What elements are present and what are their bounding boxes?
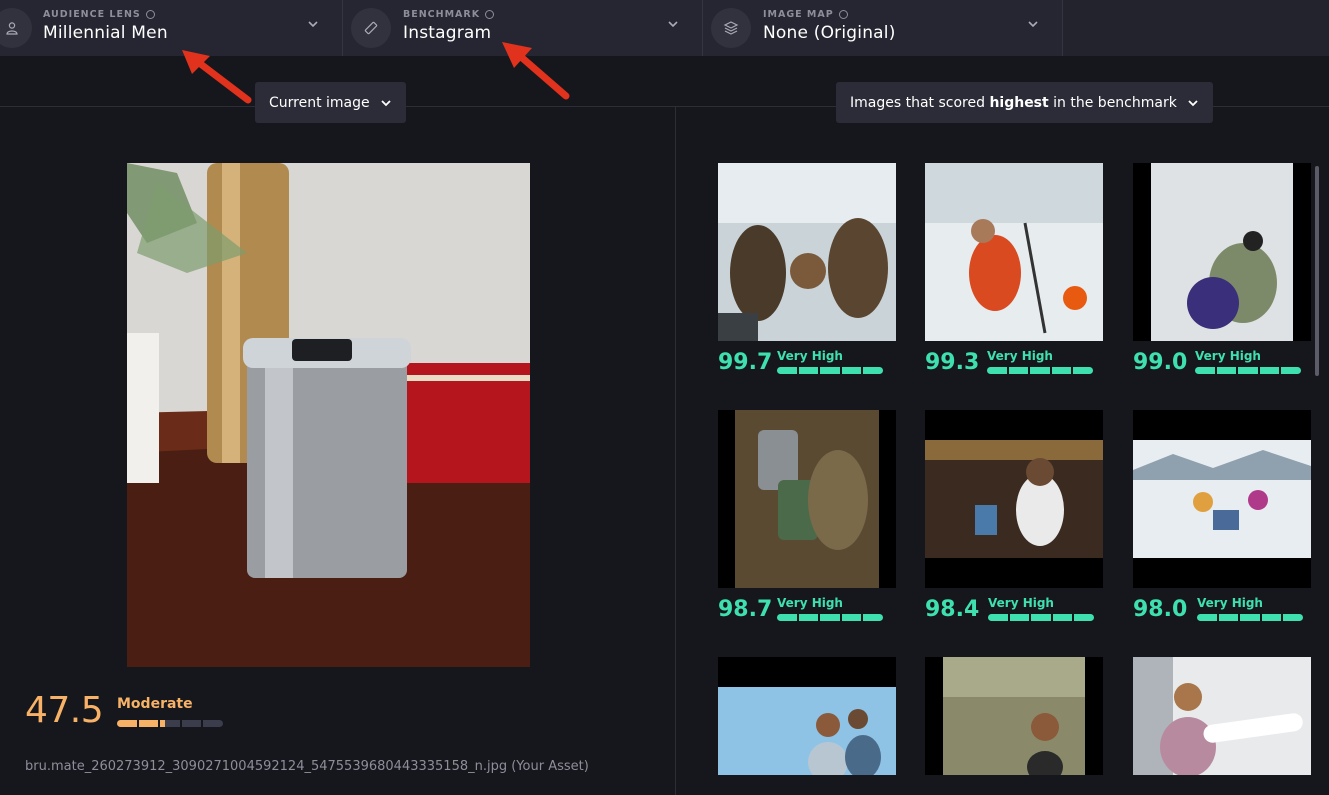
thumbnail-score-label: Very High: [987, 349, 1053, 363]
layers-icon: [711, 8, 751, 48]
score-bar-segment: [138, 720, 159, 727]
score-bar-segment: [841, 367, 862, 374]
thumbnail-score: 99.7: [718, 350, 773, 375]
benchmark-thumbnail-2[interactable]: [925, 163, 1103, 341]
thumbnail-score: 98.4: [925, 597, 980, 622]
current-image-dropdown[interactable]: Current image: [255, 82, 406, 123]
thumbnail-score-bar: [1197, 614, 1303, 621]
image-map-value: None (Original): [763, 23, 896, 43]
person-icon: [0, 8, 32, 48]
info-icon[interactable]: [485, 10, 495, 19]
score-bar-segment: [1216, 367, 1237, 374]
score-bar-segment: [798, 367, 819, 374]
score-bar-segment: [203, 720, 223, 727]
benchmark-sort-dropdown[interactable]: Images that scored highest in the benchm…: [836, 82, 1213, 123]
current-image-label: Current image: [269, 94, 370, 111]
audience-lens-value: Millennial Men: [43, 23, 168, 43]
score-bar-segment: [988, 614, 1008, 621]
score-bar-segment: [1195, 367, 1215, 374]
benchmark-thumbnail-8[interactable]: [925, 657, 1103, 775]
benchmark-thumbnail-7[interactable]: [718, 657, 896, 775]
score-bar-segment: [1052, 614, 1073, 621]
benchmark-thumbnail-3[interactable]: [1133, 163, 1311, 341]
score-bar-segment: [181, 720, 202, 727]
thumbnail-score-bar: [777, 614, 883, 621]
score-bar-segment: [1073, 367, 1093, 374]
score-bar-segment: [1283, 614, 1303, 621]
score-bar-segment: [1238, 367, 1258, 374]
score-bar-segment: [1240, 614, 1260, 621]
thumbnail-score-label: Very High: [1197, 596, 1263, 610]
chevron-down-icon: [308, 21, 318, 28]
score-bar-segment: [987, 367, 1007, 374]
thumbnail-score-bar: [987, 367, 1093, 374]
sort-emphasis: highest: [989, 94, 1049, 111]
chevron-down-icon: [381, 99, 391, 106]
score-bar-segment: [1261, 614, 1282, 621]
ruler-icon: [351, 8, 391, 48]
current-image-score-label: Moderate: [117, 696, 193, 712]
thumbnail-score-label: Very High: [1195, 349, 1261, 363]
current-score-bar: [117, 720, 223, 727]
score-bar-segment: [798, 614, 819, 621]
chevron-down-icon: [1028, 21, 1038, 28]
asset-filename: bru.mate_260273912_3090271004592124_5475…: [25, 759, 589, 774]
score-bar-segment: [160, 720, 180, 727]
chevron-down-icon: [668, 21, 678, 28]
score-bar-segment: [1074, 614, 1094, 621]
score-bar-segment: [1008, 367, 1029, 374]
score-bar-segment: [820, 367, 840, 374]
thumbnail-score: 98.7: [718, 597, 773, 622]
score-bar-segment: [1281, 367, 1301, 374]
benchmark-thumbnail-6[interactable]: [1133, 410, 1311, 588]
annotation-arrow-icon: [502, 42, 570, 100]
panel-divider: [675, 107, 676, 795]
benchmark-thumbnail-9[interactable]: [1133, 657, 1311, 775]
thumbnail-score-label: Very High: [777, 596, 843, 610]
image-map-dropdown[interactable]: IMAGE MAP None (Original): [703, 0, 1063, 56]
thumbnail-score-label: Very High: [988, 596, 1054, 610]
score-bar-segment: [1197, 614, 1217, 621]
score-bar-segment: [863, 367, 883, 374]
score-bar-segment: [1031, 614, 1051, 621]
current-image-score: 47.5: [25, 690, 104, 731]
grid-scrollbar[interactable]: [1315, 166, 1319, 376]
current-image: [127, 163, 530, 667]
score-bar-segment: [1259, 367, 1280, 374]
score-bar-segment: [117, 720, 137, 727]
score-bar-segment: [863, 614, 883, 621]
benchmark-label: BENCHMARK: [403, 9, 481, 20]
score-bar-segment: [841, 614, 862, 621]
audience-lens-label: AUDIENCE LENS: [43, 9, 141, 20]
score-bar-segment: [777, 614, 797, 621]
image-map-label: IMAGE MAP: [763, 9, 834, 20]
audience-lens-dropdown[interactable]: AUDIENCE LENS Millennial Men: [0, 0, 343, 56]
score-bar-segment: [777, 367, 797, 374]
chevron-down-icon: [1188, 99, 1198, 106]
benchmark-thumbnail-1[interactable]: [718, 163, 896, 341]
sort-prefix: Images that scored: [850, 94, 990, 111]
annotation-arrow-icon: [182, 50, 252, 104]
thumbnail-score-bar: [777, 367, 883, 374]
thumbnail-score-bar: [1195, 367, 1301, 374]
benchmark-thumbnail-4[interactable]: [718, 410, 896, 588]
score-bar-segment: [1009, 614, 1030, 621]
info-icon[interactable]: [145, 10, 155, 19]
score-bar-segment: [1030, 367, 1050, 374]
benchmark-value: Instagram: [403, 23, 492, 43]
sort-suffix: in the benchmark: [1048, 94, 1177, 111]
thumbnail-score-label: Very High: [777, 349, 843, 363]
score-bar-segment: [820, 614, 840, 621]
score-bar-segment: [1218, 614, 1239, 621]
thumbnail-score: 98.0: [1133, 597, 1188, 622]
thumbnail-score-bar: [988, 614, 1094, 621]
info-icon[interactable]: [838, 10, 848, 19]
thumbnail-score: 99.3: [925, 350, 980, 375]
thumbnail-score: 99.0: [1133, 350, 1188, 375]
score-bar-segment: [1051, 367, 1072, 374]
benchmark-thumbnail-5[interactable]: [925, 410, 1103, 588]
